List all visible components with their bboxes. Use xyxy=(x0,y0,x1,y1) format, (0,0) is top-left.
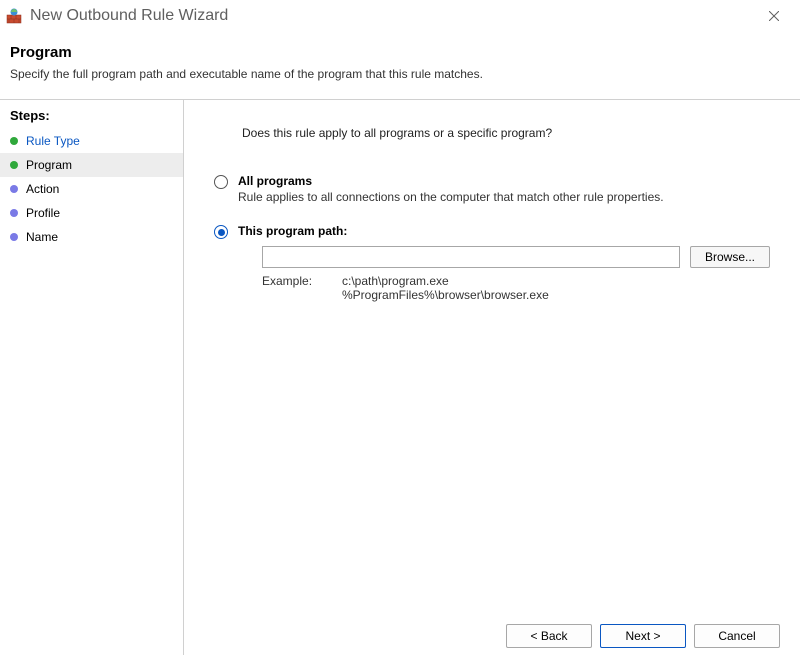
next-button[interactable]: Next > xyxy=(600,624,686,648)
radio-icon[interactable] xyxy=(214,175,228,189)
step-link[interactable]: Rule Type xyxy=(26,134,80,148)
wizard-content: Does this rule apply to all programs or … xyxy=(184,99,800,655)
radio-icon[interactable] xyxy=(214,225,228,239)
close-button[interactable] xyxy=(754,2,794,30)
option-program-path[interactable]: This program path: Browse... Example: c:… xyxy=(214,224,770,302)
step-profile[interactable]: Profile xyxy=(0,201,183,225)
page-description: Specify the full program path and execut… xyxy=(10,67,790,81)
step-action[interactable]: Action xyxy=(0,177,183,201)
step-label: Action xyxy=(26,182,59,196)
titlebar: New Outbound Rule Wizard xyxy=(0,0,800,32)
page-title: Program xyxy=(10,44,790,61)
back-button[interactable]: < Back xyxy=(506,624,592,648)
bullet-icon xyxy=(10,209,18,217)
option-all-programs[interactable]: All programs Rule applies to all connect… xyxy=(214,174,770,204)
wizard-header: Program Specify the full program path an… xyxy=(0,32,800,99)
browse-button[interactable]: Browse... xyxy=(690,246,770,268)
step-rule-type[interactable]: Rule Type xyxy=(0,129,183,153)
wizard-footer: < Back Next > Cancel xyxy=(506,624,780,648)
step-label: Profile xyxy=(26,206,60,220)
option-description: Rule applies to all connections on the c… xyxy=(238,190,770,204)
step-name[interactable]: Name xyxy=(0,225,183,249)
cancel-button[interactable]: Cancel xyxy=(694,624,780,648)
bullet-icon xyxy=(10,161,18,169)
steps-sidebar: Steps: Rule Type Program Action Profile … xyxy=(0,99,184,655)
step-label: Name xyxy=(26,230,58,244)
window-title: New Outbound Rule Wizard xyxy=(30,7,754,25)
option-title: All programs xyxy=(238,174,770,188)
bullet-icon xyxy=(10,137,18,145)
bullet-icon xyxy=(10,233,18,241)
option-title: This program path: xyxy=(238,224,770,238)
example-label: Example: xyxy=(262,274,342,302)
steps-title: Steps: xyxy=(0,104,183,129)
bullet-icon xyxy=(10,185,18,193)
question-text: Does this rule apply to all programs or … xyxy=(242,126,770,140)
step-label: Program xyxy=(26,158,72,172)
step-program[interactable]: Program xyxy=(0,153,183,177)
example-values: c:\path\program.exe %ProgramFiles%\brows… xyxy=(342,274,549,302)
firewall-icon xyxy=(6,8,22,24)
program-path-input[interactable] xyxy=(262,246,680,268)
